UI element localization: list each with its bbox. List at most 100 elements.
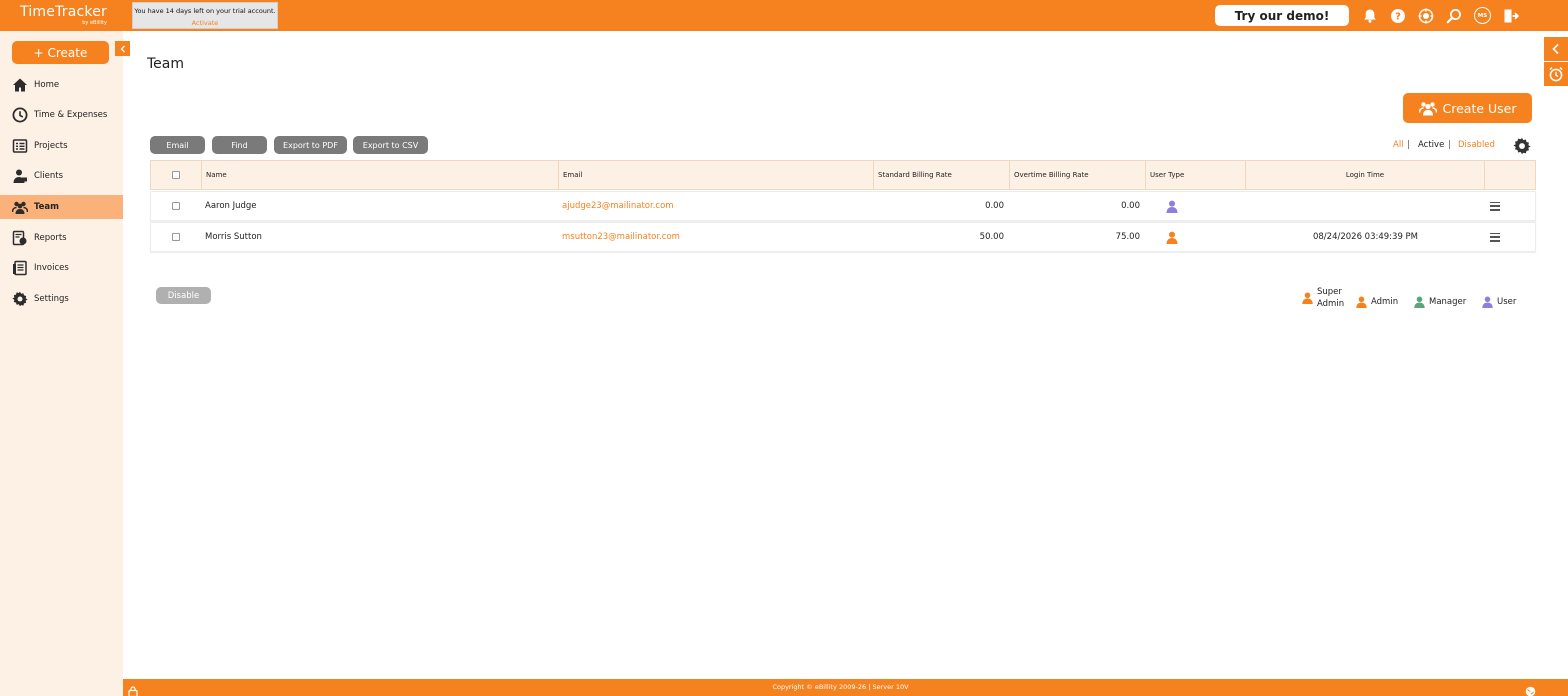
admin-icon xyxy=(1356,296,1367,308)
trial-message: You have 14 days left on your trial acco… xyxy=(134,7,276,15)
legend-super-admin: Super Admin xyxy=(1302,286,1344,310)
export-csv-button[interactable]: Export to CSV xyxy=(353,136,428,154)
search-icon[interactable] xyxy=(1445,7,1463,25)
try-demo-button[interactable]: Try our demo! xyxy=(1215,5,1349,26)
column-header-name[interactable]: Name xyxy=(202,161,559,189)
sidebar-collapse-button[interactable] xyxy=(115,41,130,56)
bell-icon[interactable] xyxy=(1361,7,1379,25)
sidebar-item-label: Invoices xyxy=(34,263,69,273)
sidebar: + Create Home Time & Expenses Projects C… xyxy=(0,31,123,696)
user-avatar[interactable]: MS xyxy=(1474,7,1491,24)
user-name[interactable]: Aaron Judge xyxy=(205,192,257,220)
sidebar-item-reports[interactable]: Reports xyxy=(0,226,123,250)
legend-label: User xyxy=(1497,297,1517,307)
user-email[interactable]: msutton23@mailinator.com xyxy=(562,223,680,251)
overtime-billing-rate: 0.00 xyxy=(1121,201,1140,211)
legend-admin: Admin xyxy=(1356,296,1398,308)
column-header-user-type[interactable]: User Type xyxy=(1146,161,1246,189)
login-time: 08/24/2026 03:49:39 PM xyxy=(1312,232,1419,242)
reports-icon xyxy=(12,230,28,246)
filter-disabled[interactable]: Disabled xyxy=(1458,140,1495,150)
row-checkbox[interactable] xyxy=(172,233,180,241)
clock-icon xyxy=(12,107,28,123)
globe-icon[interactable] xyxy=(1525,682,1536,696)
create-button[interactable]: + Create xyxy=(12,41,109,64)
column-header-standard-rate[interactable]: Standard Billing Rate xyxy=(874,161,1010,189)
right-panel-toggle[interactable] xyxy=(1544,37,1568,61)
brand-name: TimeTracker xyxy=(20,4,107,20)
legend-user: User xyxy=(1482,296,1516,308)
svg-text:?: ? xyxy=(1395,12,1401,23)
user-name[interactable]: Morris Sutton xyxy=(205,223,262,251)
brand-logo[interactable]: TimeTracker by eBillity xyxy=(20,4,107,26)
select-all-checkbox[interactable] xyxy=(172,171,180,179)
row-checkbox-cell xyxy=(172,192,180,220)
sidebar-item-label: Time & Expenses xyxy=(34,110,108,120)
select-all-cell xyxy=(151,161,202,189)
sidebar-item-label: Home xyxy=(34,80,60,90)
trial-banner: You have 14 days left on your trial acco… xyxy=(132,2,278,29)
gear-icon xyxy=(12,291,28,307)
sidebar-item-clients[interactable]: Clients xyxy=(0,164,123,188)
legend-manager: Manager xyxy=(1414,296,1466,308)
filter-all[interactable]: All xyxy=(1393,140,1404,150)
legend-label: Manager xyxy=(1429,297,1467,307)
sidebar-item-label: Reports xyxy=(34,233,67,243)
column-header-actions xyxy=(1485,161,1535,189)
export-pdf-button[interactable]: Export to PDF xyxy=(274,136,347,154)
find-button[interactable]: Find xyxy=(212,136,267,154)
help-icon[interactable]: ? xyxy=(1389,7,1407,25)
sidebar-item-label: Projects xyxy=(34,141,68,151)
table-row[interactable]: Aaron Judge ajudge23@mailinator.com 0.00… xyxy=(150,191,1536,221)
ai-assistant-icon[interactable] xyxy=(1417,7,1435,25)
user-icon xyxy=(1482,296,1493,308)
top-bar: TimeTracker by eBillity You have 14 days… xyxy=(0,0,1568,31)
projects-icon xyxy=(12,138,28,154)
create-user-label: Create User xyxy=(1442,100,1517,116)
timer-tab[interactable] xyxy=(1544,62,1568,86)
page-title: Team xyxy=(147,56,185,72)
row-menu-icon[interactable] xyxy=(1490,192,1500,220)
sidebar-item-projects[interactable]: Projects xyxy=(0,134,123,158)
logout-icon[interactable] xyxy=(1502,7,1520,25)
invoices-icon xyxy=(12,260,28,276)
sidebar-item-label: Clients xyxy=(34,171,64,181)
table-row[interactable]: Morris Sutton msutton23@mailinator.com 5… xyxy=(150,222,1536,252)
login-time xyxy=(1246,192,1485,220)
row-menu-icon[interactable] xyxy=(1490,223,1500,251)
create-user-button[interactable]: Create User xyxy=(1403,93,1532,123)
legend-label: Admin xyxy=(1317,299,1345,309)
sidebar-item-settings[interactable]: Settings xyxy=(0,287,123,311)
filter-separator: | xyxy=(1407,140,1410,150)
disable-button[interactable]: Disable xyxy=(156,287,211,304)
legend-label: Admin xyxy=(1371,297,1399,307)
sidebar-item-team[interactable]: Team xyxy=(0,195,123,219)
sidebar-item-time-expenses[interactable]: Time & Expenses xyxy=(0,103,123,127)
clients-icon xyxy=(12,168,28,184)
sidebar-item-invoices[interactable]: Invoices xyxy=(0,256,123,280)
row-checkbox[interactable] xyxy=(172,202,180,210)
email-button[interactable]: Email xyxy=(150,136,205,154)
filter-active[interactable]: Active xyxy=(1418,140,1444,150)
timer-icon xyxy=(1549,66,1563,82)
user-type-admin-icon xyxy=(1166,223,1178,251)
filter-separator: | xyxy=(1448,140,1451,150)
team-icon xyxy=(12,199,28,215)
table-header: Name Email Standard Billing Rate Overtim… xyxy=(150,160,1536,190)
sidebar-item-label: Settings xyxy=(34,294,69,304)
brand-sub: by eBillity xyxy=(82,20,107,26)
row-checkbox-cell xyxy=(172,223,180,251)
table-settings-gear-icon[interactable] xyxy=(1513,137,1531,155)
chevron-left-icon xyxy=(1552,43,1559,55)
team-icon xyxy=(1418,102,1437,116)
column-header-email[interactable]: Email xyxy=(559,161,874,189)
overtime-billing-rate: 75.00 xyxy=(1115,232,1140,242)
footer: Copyright © eBillity 2009-26 | Server 10… xyxy=(123,679,1568,696)
column-header-login-time[interactable]: Login Time xyxy=(1246,161,1485,189)
sidebar-item-home[interactable]: Home xyxy=(0,73,123,97)
super-admin-icon xyxy=(1302,292,1313,304)
activate-link[interactable]: Activate xyxy=(133,19,277,27)
user-email[interactable]: ajudge23@mailinator.com xyxy=(562,192,674,220)
manager-icon xyxy=(1414,296,1425,308)
column-header-overtime-rate[interactable]: Overtime Billing Rate xyxy=(1010,161,1146,189)
